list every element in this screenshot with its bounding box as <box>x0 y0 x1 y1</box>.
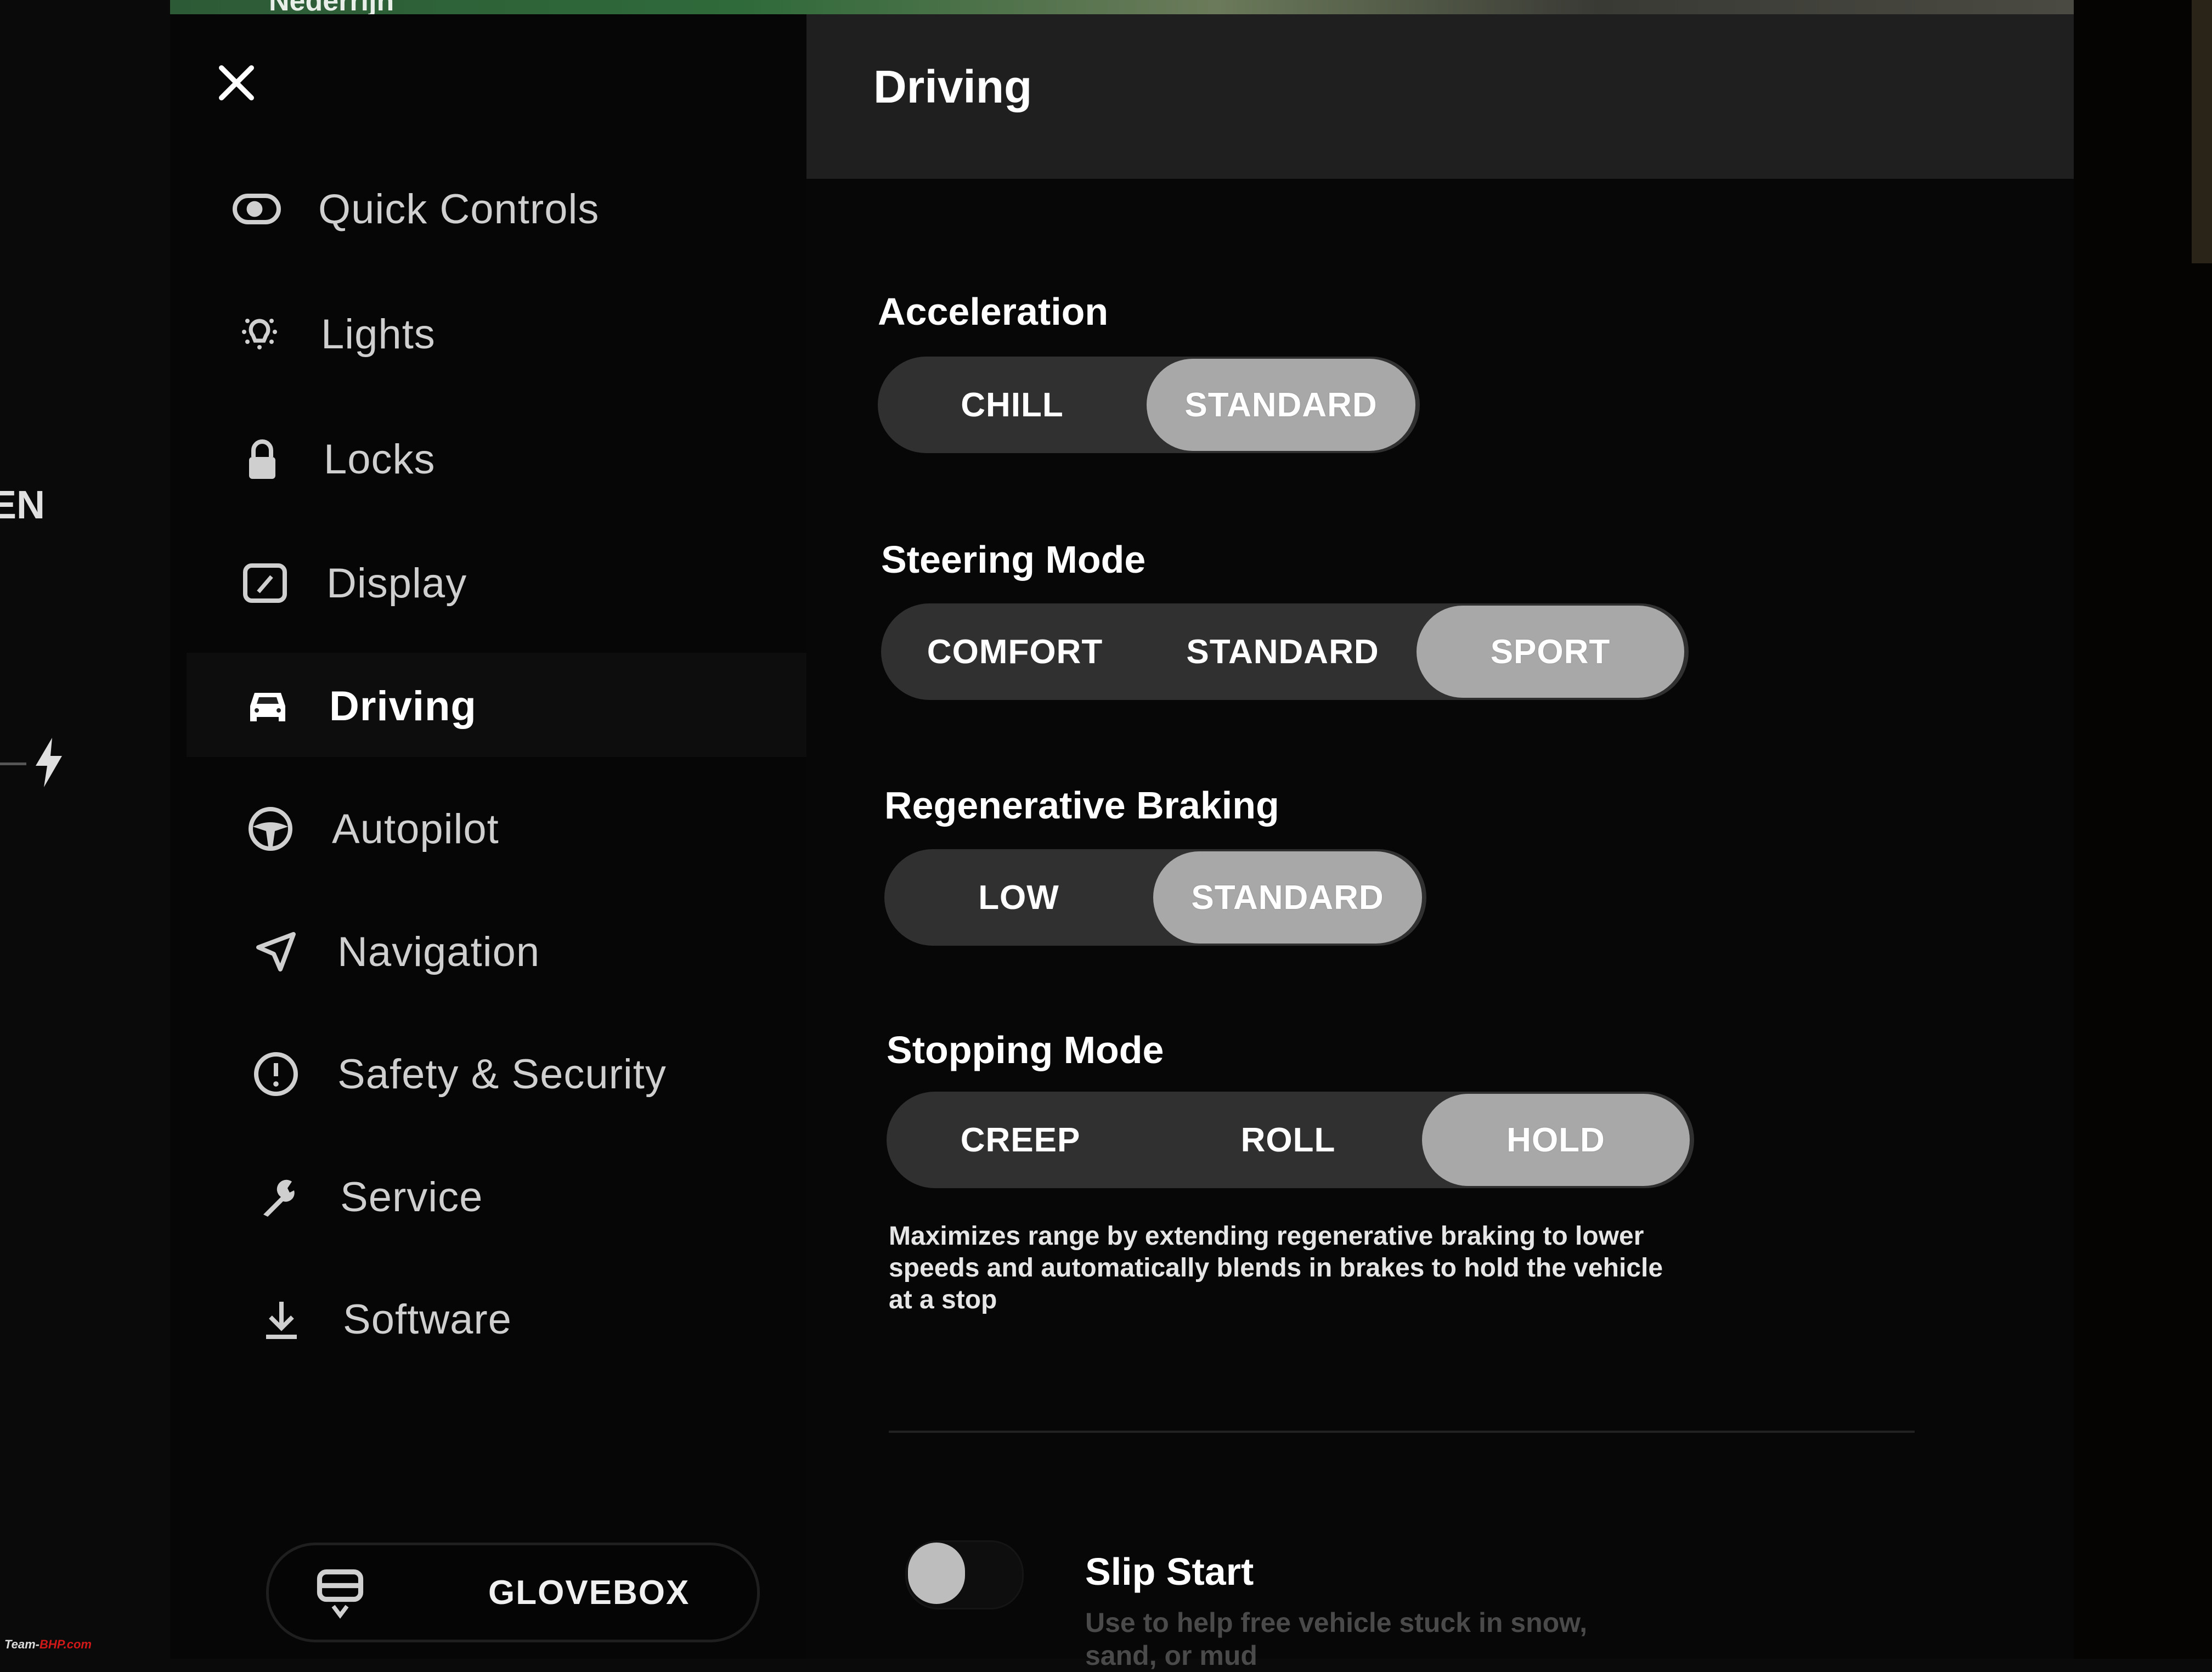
acceleration-selector: CHILL STANDARD <box>878 357 1420 453</box>
stopping-mode-description: Maximizes range by extending regenerativ… <box>889 1222 1663 1314</box>
glovebox-icon <box>317 1569 364 1619</box>
alert-circle-icon <box>250 1044 310 1104</box>
sidebar-item-safety-security[interactable]: Safety & Security <box>250 1038 667 1110</box>
sidebar-item-driving[interactable]: Driving <box>241 670 477 742</box>
sidebar-item-label: Driving <box>329 682 477 730</box>
sidebar-item-software[interactable]: Software <box>255 1284 512 1355</box>
sidebar-item-label: Navigation <box>337 928 540 975</box>
section-title: Stopping Mode <box>887 1029 1164 1071</box>
sidebar-item-navigation[interactable]: Navigation <box>250 916 540 987</box>
sidebar-item-label: Safety & Security <box>337 1050 667 1098</box>
wrench-icon <box>252 1167 313 1227</box>
option-standard[interactable]: STANDARD <box>1153 851 1422 944</box>
option-hold[interactable]: HOLD <box>1422 1094 1690 1186</box>
download-icon <box>255 1289 315 1349</box>
bezel-edge <box>2192 0 2212 263</box>
regenerative-braking-selector: LOW STANDARD <box>884 849 1426 946</box>
sidebar-item-lights[interactable]: Lights <box>233 298 436 370</box>
edge-divider <box>0 762 26 765</box>
car-icon <box>241 676 302 736</box>
lightning-bolt-icon <box>36 738 62 787</box>
section-title: Acceleration <box>878 290 1109 333</box>
toggle-icon <box>230 179 291 239</box>
sidebar-item-label: Autopilot <box>332 805 499 852</box>
watermark-prefix: Team- <box>4 1637 40 1651</box>
sidebar-item-locks[interactable]: Locks <box>236 423 436 495</box>
slip-start-toggle-knob[interactable] <box>908 1543 965 1604</box>
sidebar-item-label: Lights <box>321 310 436 358</box>
option-standard[interactable]: STANDARD <box>1149 606 1417 698</box>
stopping-mode-selector: CREEP ROLL HOLD <box>887 1092 1694 1188</box>
slip-start-description: Use to help free vehicle stuck in snow, … <box>1085 1607 1588 1671</box>
watermark-brand: BHP.com <box>39 1637 92 1651</box>
lightbulb-icon <box>233 304 294 364</box>
option-sport[interactable]: SPORT <box>1417 606 1684 698</box>
option-comfort[interactable]: COMFORT <box>881 606 1149 698</box>
navigation-arrow-icon <box>250 922 310 982</box>
option-standard[interactable]: STANDARD <box>1147 359 1415 451</box>
sidebar-item-label: Quick Controls <box>318 185 600 233</box>
option-roll[interactable]: ROLL <box>1154 1094 1422 1186</box>
edge-label: EN <box>0 483 46 527</box>
glovebox-label: GLOVEBOX <box>488 1573 690 1612</box>
steering-mode-selector: COMFORT STANDARD SPORT <box>881 603 1689 700</box>
section-divider <box>889 1431 1915 1433</box>
glovebox-button[interactable]: GLOVEBOX <box>266 1543 760 1642</box>
sidebar-item-service[interactable]: Service <box>252 1161 483 1233</box>
sidebar-item-label: Display <box>326 560 467 607</box>
map-strip <box>170 0 2074 14</box>
sidebar-item-label: Software <box>343 1296 512 1343</box>
sidebar-item-label: Service <box>340 1173 483 1221</box>
slip-start-title: Slip Start <box>1085 1550 1254 1593</box>
watermark: Team-BHP.com <box>4 1637 92 1652</box>
display-icon <box>239 553 299 613</box>
lock-icon <box>236 429 296 489</box>
settings-panel <box>806 14 2074 1659</box>
sidebar-item-quick-controls[interactable]: Quick Controls <box>230 173 599 245</box>
option-chill[interactable]: CHILL <box>878 359 1147 451</box>
close-icon[interactable] <box>215 61 258 104</box>
page-title: Driving <box>873 61 1032 112</box>
steering-wheel-icon <box>244 799 304 859</box>
section-title: Steering Mode <box>881 538 1146 581</box>
sidebar-item-label: Locks <box>324 436 436 483</box>
sidebar-item-autopilot[interactable]: Autopilot <box>244 793 499 865</box>
section-title: Regenerative Braking <box>884 784 1279 827</box>
sidebar-item-display[interactable]: Display <box>239 547 467 619</box>
option-creep[interactable]: CREEP <box>887 1094 1154 1186</box>
option-low[interactable]: LOW <box>884 851 1153 944</box>
